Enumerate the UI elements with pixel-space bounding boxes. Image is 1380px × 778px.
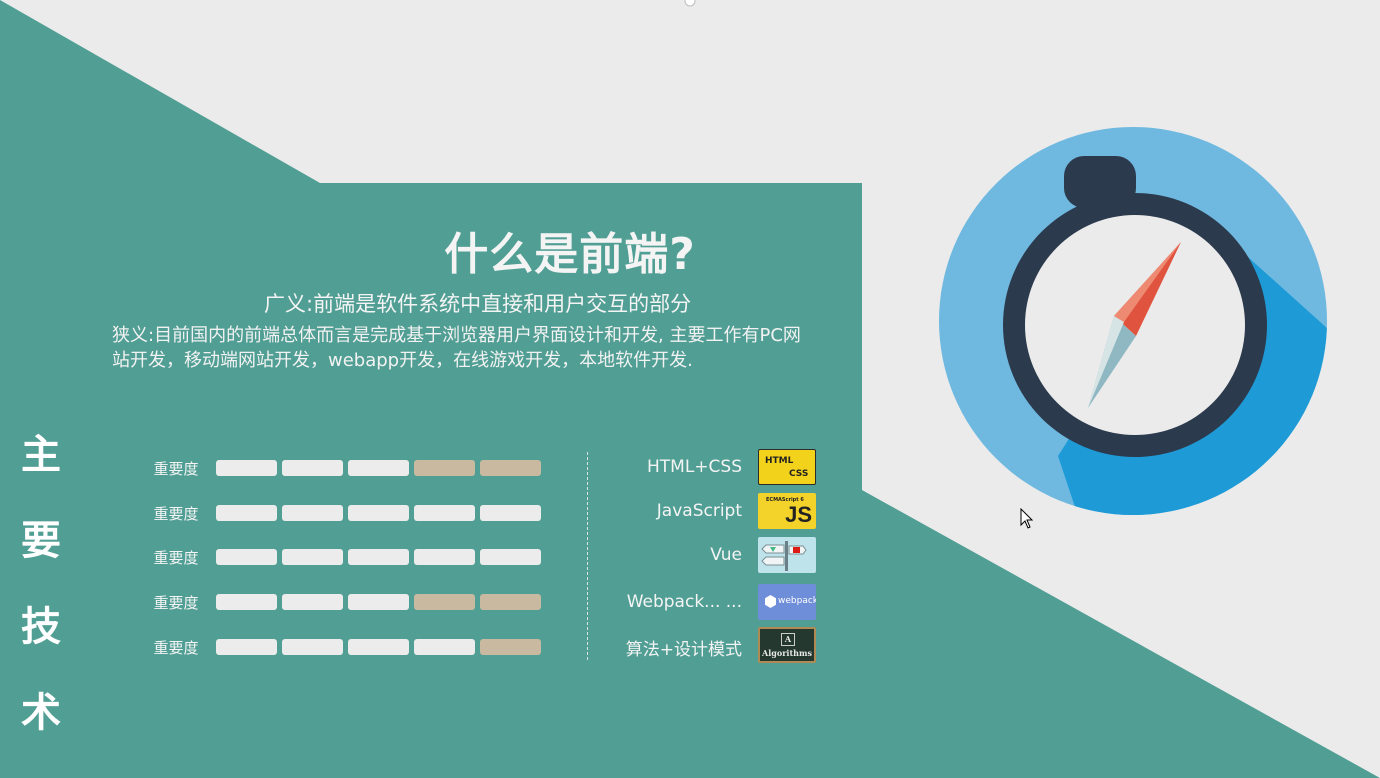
rating-label: 重要度 (153, 548, 199, 567)
icon-text: HTML (765, 456, 794, 466)
rating-label: 重要度 (153, 593, 199, 612)
html-css-icon: HTML CSS (758, 449, 816, 485)
icon-text: CSS (789, 469, 809, 479)
rating-segment-filled (414, 549, 475, 565)
icon-text: A (781, 633, 795, 646)
rating-bar (216, 460, 546, 476)
tech-item-webpack: Webpack... ... webpack (600, 584, 820, 620)
vertical-title-char: 术 (21, 690, 61, 736)
rating-label: 重要度 (153, 504, 199, 523)
compass-icon (939, 127, 1327, 515)
rating-row: 重要度 (140, 638, 546, 657)
rating-segment-filled (414, 505, 475, 521)
rating-segment-filled (282, 639, 343, 655)
rating-segment-empty (480, 460, 541, 476)
rating-row: 重要度 (140, 548, 546, 567)
narrow-definition: 狭义:目前国内的前端总体而言是完成基于浏览器用户界面设计和开发, 主要工作有PC… (112, 325, 801, 371)
tech-item-vue: Vue (600, 537, 820, 573)
rating-row: 重要度 (140, 459, 546, 478)
rating-segment-empty (414, 594, 475, 610)
mouse-cursor-icon (1020, 508, 1034, 529)
main-technologies-vertical-title: 主 要 技 术 (16, 412, 66, 756)
tech-name: 算法+设计模式 (625, 640, 742, 660)
broad-definition: 广义:前端是软件系统中直接和用户交互的部分 (264, 292, 692, 316)
rating-segment-filled (216, 460, 277, 476)
icon-text: JS (785, 502, 812, 527)
rating-row: 重要度 (140, 504, 546, 523)
icon-text: Algorithms (762, 648, 812, 658)
tech-name: Vue (710, 545, 742, 565)
webpack-icon: webpack (758, 584, 816, 620)
rating-row: 重要度 (140, 593, 546, 612)
rating-segment-filled (414, 639, 475, 655)
icon-text: webpack (778, 596, 816, 606)
rating-segment-empty (414, 460, 475, 476)
dashed-divider (587, 452, 588, 660)
rating-bar (216, 594, 546, 610)
vertical-title-char: 要 (21, 518, 61, 564)
rating-segment-filled (282, 505, 343, 521)
slide-title: 什么是前端? (444, 229, 696, 280)
rating-label: 重要度 (153, 459, 199, 478)
vertical-title-char: 主 (21, 432, 61, 478)
rating-bar (216, 639, 546, 655)
rating-segment-filled (216, 639, 277, 655)
algorithms-book-icon: A Algorithms (758, 627, 816, 663)
rating-bar (216, 549, 546, 565)
rating-segment-empty (480, 639, 541, 655)
tech-name: Webpack... ... (626, 592, 742, 612)
top-handle-dot (684, 0, 696, 7)
rating-segment-filled (282, 549, 343, 565)
vertical-title-char: 技 (21, 604, 61, 650)
rating-segment-filled (282, 594, 343, 610)
rating-segment-filled (216, 505, 277, 521)
rating-segment-empty (480, 594, 541, 610)
rating-label: 重要度 (153, 638, 199, 657)
rating-segment-filled (216, 549, 277, 565)
rating-segment-filled (348, 639, 409, 655)
tech-item-html-css: HTML+CSS HTML CSS (600, 449, 820, 485)
rating-segment-filled (216, 594, 277, 610)
rating-bar (216, 505, 546, 521)
rating-segment-filled (348, 505, 409, 521)
rating-segment-filled (348, 549, 409, 565)
webpack-cube-icon (765, 595, 776, 608)
rating-segment-filled (348, 594, 409, 610)
tech-item-javascript: JavaScript ECMAScript 6 JS (600, 493, 820, 529)
tech-item-algorithms: 算法+设计模式 A Algorithms (600, 627, 820, 663)
rating-segment-filled (348, 460, 409, 476)
rating-segment-filled (480, 549, 541, 565)
vue-signpost-icon (758, 537, 816, 573)
rating-segment-filled (282, 460, 343, 476)
tech-name: JavaScript (656, 501, 742, 521)
rating-segment-filled (480, 505, 541, 521)
tech-name: HTML+CSS (646, 457, 742, 477)
javascript-icon: ECMAScript 6 JS (758, 493, 816, 529)
